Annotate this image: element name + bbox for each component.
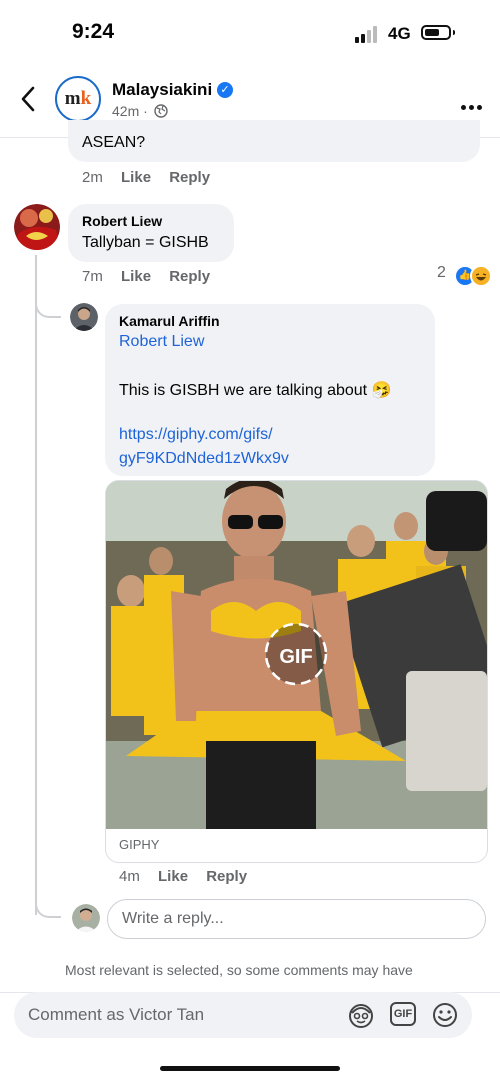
gif-attachment[interactable]: GIF GIPHY (105, 480, 488, 863)
reply-button[interactable]: Reply (206, 868, 247, 885)
giphy-link[interactable]: https://giphy.com/gifs/ (119, 426, 273, 444)
avatar-sticker-icon[interactable] (347, 1001, 375, 1029)
reply-input-placeholder[interactable]: Write a reply... (122, 910, 224, 928)
comment-time: 4m (119, 868, 140, 885)
reaction-count[interactable]: 2 (437, 264, 446, 282)
emoji-icon[interactable] (431, 1001, 459, 1029)
home-indicator (160, 1066, 340, 1071)
verified-badge-icon: ✓ (217, 82, 233, 98)
battery-icon (421, 25, 451, 40)
thread-connector (35, 896, 61, 918)
globe-icon (154, 104, 168, 118)
avatar[interactable] (70, 303, 98, 331)
notice-fade (0, 978, 500, 992)
status-time: 9:24 (72, 20, 115, 43)
gif-source: GIPHY (119, 837, 160, 852)
back-arrow-icon[interactable] (18, 84, 40, 114)
relevance-notice: Most relevant is selected, so some comme… (65, 962, 413, 978)
reply-button[interactable]: Reply (169, 268, 210, 285)
comment-text: This is GISBH we are talking about 🤧 (119, 382, 392, 399)
comment-input-placeholder[interactable]: Comment as Victor Tan (28, 1005, 204, 1025)
battery-tip (453, 30, 455, 35)
avatar (72, 904, 100, 932)
logo-m: m (64, 88, 81, 109)
network-type: 4G (388, 24, 411, 43)
commenter-name[interactable]: Kamarul Ariffin (119, 313, 220, 329)
comment-time: 7m (82, 268, 103, 285)
page-logo[interactable]: mk (55, 76, 101, 122)
page-title[interactable]: Malaysiakini (112, 80, 212, 100)
like-button[interactable]: Like (121, 169, 151, 186)
previous-comment-text: ASEAN? (82, 134, 146, 151)
gif-image[interactable]: GIF (106, 481, 487, 829)
gif-button[interactable]: GIF (390, 1002, 416, 1026)
thread-line (35, 255, 37, 915)
avatar[interactable] (14, 204, 60, 250)
logo-k: k (80, 88, 92, 109)
like-button[interactable]: Like (121, 268, 151, 285)
giphy-link-cont[interactable]: gyF9KDdNded1zWkx9v (119, 450, 289, 468)
commenter-name[interactable]: Robert Liew (82, 213, 162, 229)
post-time: 42m · (112, 103, 148, 119)
thread-connector (35, 296, 61, 318)
like-button[interactable]: Like (158, 868, 188, 885)
signal-strength-icon (355, 25, 381, 43)
reply-button[interactable]: Reply (169, 169, 210, 186)
haha-reaction-icon (470, 265, 492, 287)
more-options-icon[interactable] (461, 97, 485, 115)
gif-badge-label: GIF (279, 646, 312, 668)
comment-time: 2m (82, 169, 103, 186)
mention-link[interactable]: Robert Liew (119, 333, 204, 351)
comment-text: Tallyban = GISHB (82, 234, 209, 251)
